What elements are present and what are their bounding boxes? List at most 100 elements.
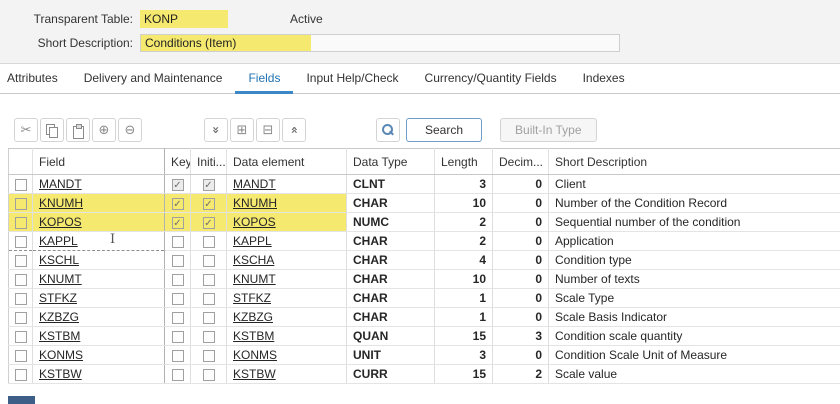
checkbox[interactable]: ✓ [172, 198, 184, 210]
tab-indexes[interactable]: Indexes [570, 64, 638, 94]
data-element-link[interactable]: STFKZ [233, 291, 271, 305]
checkbox[interactable] [203, 331, 215, 343]
checkbox[interactable] [15, 369, 27, 381]
checkbox[interactable] [172, 274, 184, 286]
checkbox[interactable] [15, 312, 27, 324]
checkbox[interactable]: ✓ [203, 198, 215, 210]
data-element-link[interactable]: KONMS [233, 348, 277, 362]
checkbox[interactable] [203, 255, 215, 267]
data-element-cell[interactable]: STFKZ [227, 289, 347, 308]
tab-currency-quantity-fields[interactable]: Currency/Quantity Fields [412, 64, 570, 94]
field-cell[interactable]: KNUMH [33, 194, 165, 213]
key-cell[interactable] [165, 327, 191, 346]
row-select-cell[interactable] [9, 327, 33, 346]
checkbox[interactable] [172, 369, 184, 381]
field-link[interactable]: KNUMT [39, 272, 82, 286]
field-cell[interactable]: KSTBW [33, 365, 165, 384]
field-link[interactable]: MANDT [39, 177, 82, 191]
tab-input-help-check[interactable]: Input Help/Check [293, 64, 411, 94]
checkbox[interactable] [172, 331, 184, 343]
initial-cell[interactable] [191, 346, 227, 365]
initial-cell[interactable]: ✓ [191, 175, 227, 194]
field-cell[interactable]: KSCHL [33, 251, 165, 270]
initial-cell[interactable] [191, 327, 227, 346]
data-element-cell[interactable]: KNUMT [227, 270, 347, 289]
checkbox[interactable] [15, 236, 27, 248]
table-name-input[interactable]: KONP [140, 10, 228, 28]
data-element-link[interactable]: KAPPL [233, 234, 272, 248]
field-link[interactable]: KNUMH [39, 196, 83, 210]
checkbox[interactable]: ✓ [172, 179, 184, 191]
row-select-cell[interactable] [9, 289, 33, 308]
tab-attributes[interactable]: Attributes [0, 64, 71, 94]
key-cell[interactable] [165, 232, 191, 251]
key-cell[interactable] [165, 289, 191, 308]
cut-icon[interactable]: ✂ [14, 118, 38, 142]
column-header-key[interactable]: Key [165, 149, 191, 175]
row-select-cell[interactable] [9, 194, 33, 213]
checkbox[interactable] [203, 369, 215, 381]
checkbox[interactable] [172, 236, 184, 248]
field-cell[interactable]: KZBZG [33, 308, 165, 327]
initial-cell[interactable] [191, 289, 227, 308]
checkbox[interactable] [15, 350, 27, 362]
initial-cell[interactable]: ✓ [191, 194, 227, 213]
initial-cell[interactable] [191, 365, 227, 384]
checkbox[interactable] [15, 255, 27, 267]
column-header-initial[interactable]: Initi... [191, 149, 227, 175]
data-element-cell[interactable]: KSTBW [227, 365, 347, 384]
field-link[interactable]: STFKZ [39, 291, 77, 305]
data-element-cell[interactable]: KZBZG [227, 308, 347, 327]
initial-cell[interactable] [191, 308, 227, 327]
row-select-cell[interactable] [9, 346, 33, 365]
search-icon[interactable] [376, 118, 400, 142]
select-all-header[interactable] [9, 149, 33, 175]
data-element-cell[interactable]: KAPPL [227, 232, 347, 251]
field-link[interactable]: KSTBM [39, 329, 80, 343]
tab-fields[interactable]: Fields [235, 64, 293, 94]
field-link[interactable]: KAPPL [39, 234, 78, 248]
checkbox[interactable] [15, 274, 27, 286]
data-element-cell[interactable]: KONMS [227, 346, 347, 365]
row-select-cell[interactable] [9, 175, 33, 194]
key-cell[interactable] [165, 365, 191, 384]
checkbox[interactable] [15, 198, 27, 210]
field-link[interactable]: KOPOS [39, 215, 82, 229]
checkbox[interactable] [203, 312, 215, 324]
checkbox[interactable]: ✓ [203, 179, 215, 191]
key-cell[interactable]: ✓ [165, 194, 191, 213]
data-element-cell[interactable]: KSCHA [227, 251, 347, 270]
data-element-link[interactable]: KNUMH [233, 196, 277, 210]
data-element-link[interactable]: KOPOS [233, 215, 276, 229]
column-header-short-description[interactable]: Short Description [549, 149, 840, 175]
checkbox[interactable] [172, 293, 184, 305]
data-element-link[interactable]: KSCHA [233, 253, 274, 267]
field-link[interactable]: KSCHL [39, 253, 79, 267]
field-cell[interactable]: KSTBM [33, 327, 165, 346]
column-header-data-element[interactable]: Data element [227, 149, 347, 175]
insert-line-icon[interactable]: ⊞ [230, 118, 254, 142]
row-select-cell[interactable] [9, 213, 33, 232]
data-element-link[interactable]: KSTBW [233, 367, 276, 381]
copy-icon[interactable] [40, 118, 64, 142]
row-select-cell[interactable] [9, 251, 33, 270]
checkbox[interactable] [203, 350, 215, 362]
data-element-link[interactable]: KNUMT [233, 272, 276, 286]
checkbox[interactable] [203, 236, 215, 248]
data-element-link[interactable]: KZBZG [233, 310, 273, 324]
checkbox[interactable] [15, 179, 27, 191]
column-header-length[interactable]: Length [435, 149, 493, 175]
delete-line-icon[interactable]: ⊟ [256, 118, 280, 142]
key-cell[interactable] [165, 346, 191, 365]
key-cell[interactable] [165, 251, 191, 270]
column-header-data-type[interactable]: Data Type [347, 149, 435, 175]
checkbox[interactable]: ✓ [203, 217, 215, 229]
data-element-cell[interactable]: KNUMH [227, 194, 347, 213]
scrollbar-stub[interactable] [8, 396, 35, 404]
collapse-all-icon[interactable]: » [282, 118, 306, 142]
field-cell[interactable]: MANDT [33, 175, 165, 194]
plus-icon[interactable]: ⊕ [92, 118, 116, 142]
data-element-cell[interactable]: KSTBM [227, 327, 347, 346]
checkbox[interactable]: ✓ [172, 217, 184, 229]
field-cell[interactable]: KONMS [33, 346, 165, 365]
